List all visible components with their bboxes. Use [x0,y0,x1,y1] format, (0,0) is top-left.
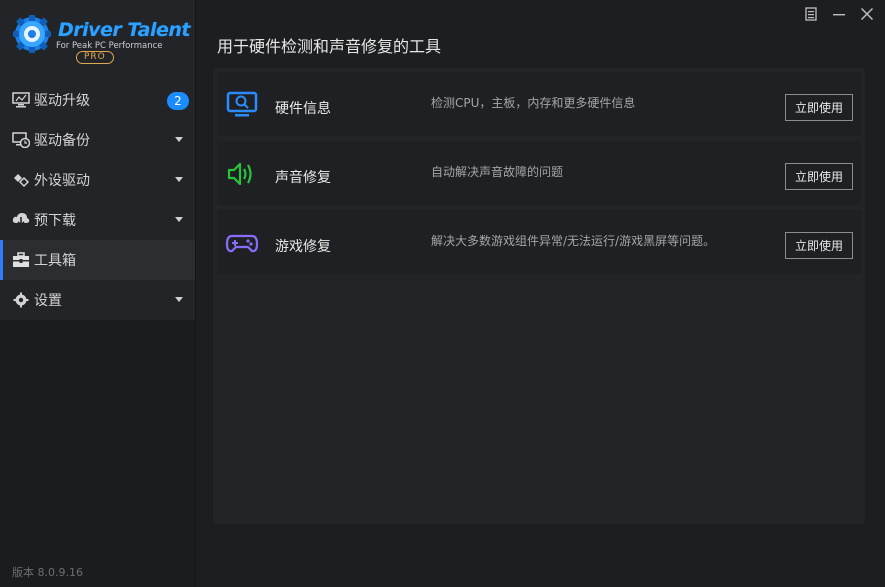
sidebar-item-label: 外设驱动 [34,173,90,189]
chevron-down-icon [175,297,183,302]
speaker-icon [227,162,252,186]
chevron-down-icon [175,177,183,182]
tool-description: 解决大多数游戏组件异常/无法运行/游戏黑屏等问题。 [431,234,716,248]
sidebar: Driver Talent For Peak PC Performance PR… [0,0,196,587]
chevron-down-icon [175,137,183,142]
logo-title: Driver Talent [58,19,190,41]
sidebar-item-label: 设置 [34,293,62,309]
tool-row-sound-repair: 声音修复 自动解决声音故障的问题 立即使用 [217,141,861,205]
sidebar-item-toolbox[interactable]: 工具箱 [0,240,195,280]
minimize-icon[interactable] [831,6,847,22]
tool-name: 声音修复 [275,170,331,186]
monitor-icon [10,92,32,108]
sidebar-item-driver-update[interactable]: 驱动升级 2 [0,80,195,120]
gear-icon [10,292,32,308]
sidebar-item-settings[interactable]: 设置 [0,280,195,320]
use-now-button[interactable]: 立即使用 [785,94,853,121]
use-now-button[interactable]: 立即使用 [785,163,853,190]
app-logo: Driver Talent For Peak PC Performance PR… [10,10,190,70]
tools-panel: 硬件信息 检测CPU，主板，内存和更多硬件信息 立即使用 声音修复 自动解决声音… [213,68,865,524]
gamepad-icon [225,234,259,253]
sidebar-item-label: 驱动备份 [34,133,90,149]
hardware-monitor-icon [226,91,258,117]
sidebar-item-label: 工具箱 [34,253,76,269]
toolbox-icon [10,252,32,268]
close-icon[interactable] [859,6,875,22]
cloud-download-icon [10,212,32,228]
tool-row-hardware-info: 硬件信息 检测CPU，主板，内存和更多硬件信息 立即使用 [217,72,861,136]
gear-logo-icon [13,15,51,53]
sidebar-item-label: 驱动升级 [34,93,90,109]
peripheral-icon [10,172,32,188]
pro-badge: PRO [76,51,114,64]
tool-name: 游戏修复 [275,239,331,255]
use-now-button[interactable]: 立即使用 [785,232,853,259]
sidebar-item-driver-backup[interactable]: 驱动备份 [0,120,195,160]
tool-description: 自动解决声音故障的问题 [431,165,564,179]
sidebar-item-pre-download[interactable]: 预下载 [0,200,195,240]
chevron-down-icon [175,217,183,222]
tool-name: 硬件信息 [275,101,331,117]
backup-icon [10,132,32,148]
sidebar-empty-area [0,320,195,587]
update-count-badge: 2 [167,92,189,110]
sidebar-nav: 驱动升级 2 驱动备份 外设驱动 预下载 工具箱 设置 [0,80,195,320]
sidebar-item-label: 预下载 [34,213,76,229]
window-controls [803,6,875,22]
logo-subtitle: For Peak PC Performance [56,41,163,51]
sidebar-item-peripheral-driver[interactable]: 外设驱动 [0,160,195,200]
tool-row-game-repair: 游戏修复 解决大多数游戏组件异常/无法运行/游戏黑屏等问题。 立即使用 [217,210,861,274]
page-title: 用于硬件检测和声音修复的工具 [217,37,442,56]
version-label: 版本 8.0.9.16 [12,566,83,579]
menu-icon[interactable] [803,6,819,22]
tool-description: 检测CPU，主板，内存和更多硬件信息 [431,96,636,110]
